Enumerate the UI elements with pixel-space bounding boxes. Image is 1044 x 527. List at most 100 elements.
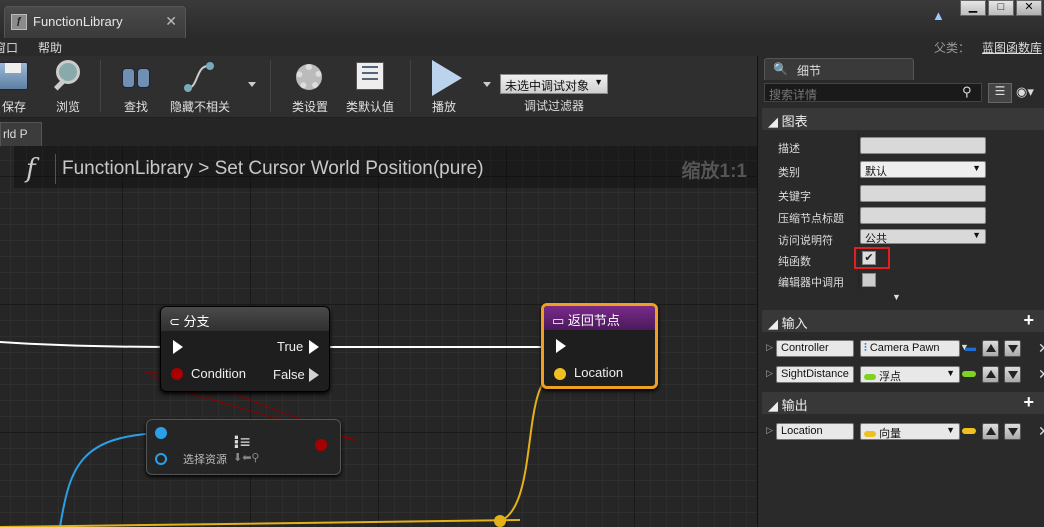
move-up-button[interactable] [982, 366, 999, 383]
move-up-button[interactable] [982, 340, 999, 357]
remove-input-icon[interactable]: ✕ [1038, 366, 1044, 383]
browse-asset-icons[interactable]: ⬇⬅⚲ [233, 451, 260, 464]
move-down-button[interactable] [1004, 366, 1021, 383]
condition-pin-label: Condition [191, 366, 246, 381]
play-button[interactable]: 播放 [424, 58, 464, 116]
inputs-section-title: 输入 [781, 316, 808, 331]
outputs-section-header[interactable]: ◢ 输出 [762, 392, 1044, 414]
access-specifier-combo[interactable]: 公共 ▼ [860, 229, 986, 245]
return-exec-pin[interactable] [556, 339, 566, 353]
class-settings-label: 类设置 [291, 100, 328, 114]
minimize-button[interactable]: ▁ [960, 0, 986, 16]
description-field[interactable] [860, 137, 986, 154]
true-exec-pin[interactable] [309, 340, 319, 354]
return-node[interactable]: ▭ 返回节点 Location [541, 303, 658, 389]
checklist-icon [352, 58, 388, 94]
collapse-icon: ◢ [768, 398, 782, 413]
pure-function-label: 纯函数 [778, 256, 811, 268]
select-node[interactable]: ⁝≡ 选择资源 ⬇⬅⚲ [146, 419, 341, 475]
class-settings-button[interactable]: 类设置 [290, 58, 330, 116]
browse-button[interactable]: 浏览 [48, 58, 88, 116]
find-button[interactable]: 查找 [116, 58, 156, 116]
graph-section-header[interactable]: ◢ 图表 [762, 108, 1044, 130]
vector-pin-icon [864, 431, 876, 437]
outputs-section-title: 输出 [781, 398, 808, 413]
add-output-button[interactable]: + [1023, 392, 1034, 413]
details-search-input[interactable]: 搜索详情 [764, 83, 982, 102]
input-type-combo[interactable]: ⫶ Camera Pawn [860, 340, 960, 357]
collapse-icon: ◢ [768, 316, 782, 331]
close-tab-icon[interactable]: ✕ [165, 13, 177, 30]
move-up-button[interactable] [982, 423, 999, 440]
debug-object-select[interactable]: 未选中调试对象 ▼ [500, 74, 608, 94]
exec-in-pin[interactable] [173, 340, 183, 354]
keywords-field[interactable] [860, 185, 986, 202]
collapse-icon: ◢ [768, 114, 782, 129]
chevron-down-icon: ▼ [972, 230, 981, 240]
call-in-editor-checkbox[interactable] [862, 273, 876, 287]
expand-arrow-icon[interactable]: ▷ [766, 368, 773, 379]
debug-select-value: 未选中调试对象 [505, 79, 590, 93]
details-tab[interactable]: 🔍 细节 [764, 58, 914, 80]
branch-node[interactable]: ⊂ 分支 True Condition False [160, 306, 330, 392]
return-node-icon: ▭ [552, 313, 568, 328]
select-output-pin[interactable] [315, 439, 327, 451]
graph-tab[interactable]: rld P [0, 122, 42, 146]
menu-help[interactable]: 帮助 [38, 39, 62, 56]
category-value: 默认 [865, 166, 887, 178]
magnifier-icon [50, 58, 86, 94]
expand-arrow-icon[interactable]: ▷ [766, 342, 773, 353]
document-tab[interactable]: ƒ FunctionLibrary ✕ [4, 6, 186, 38]
parent-class-label: 父类： [933, 41, 970, 55]
input-name-field[interactable]: Controller [776, 340, 854, 357]
save-icon [0, 58, 32, 94]
pure-function-checkbox[interactable]: ✔ [862, 251, 876, 265]
asset-pin[interactable] [155, 453, 167, 465]
move-down-button[interactable] [1004, 340, 1021, 357]
play-label: 播放 [431, 100, 456, 114]
select-input-pin[interactable] [155, 427, 167, 439]
grid-view-icon[interactable]: ☰ [988, 83, 1012, 103]
parent-class-link[interactable]: 蓝图函数库 [982, 39, 1042, 56]
graduation-cap-icon[interactable]: ▲ [932, 8, 948, 23]
condition-pin[interactable] [171, 368, 183, 380]
add-input-button[interactable]: + [1023, 310, 1034, 331]
float-type-icon [962, 371, 976, 377]
compact-title-field[interactable] [860, 207, 986, 224]
save-button[interactable]: 保存 [0, 58, 32, 116]
search-icon[interactable]: ⚲ [962, 84, 980, 101]
location-pin[interactable] [554, 368, 566, 380]
graph-canvas[interactable]: f FunctionLibrary > Set Cursor World Pos… [0, 146, 757, 527]
expand-advanced-icon[interactable]: ▼ [892, 292, 901, 302]
move-down-button[interactable] [1004, 423, 1021, 440]
eye-icon[interactable]: ◉▾ [1016, 84, 1034, 100]
menu-window[interactable]: 窗口 [0, 39, 18, 56]
output-type-combo[interactable]: 向量 ▼ [860, 423, 960, 440]
maximize-button[interactable]: □ [988, 0, 1014, 16]
document-tab-title: FunctionLibrary [33, 14, 123, 29]
float-pin-icon [864, 374, 876, 380]
find-label: 查找 [123, 100, 148, 114]
close-button[interactable]: ✕ [1016, 0, 1042, 16]
input-type-combo[interactable]: 浮点 ▼ [860, 366, 960, 383]
false-exec-pin[interactable] [309, 368, 319, 382]
toolbar: 保存 浏览 查找 隐藏不相关 类设置 类默认值 播放 未选中调试对象 ▼ 调试过… [0, 56, 757, 118]
details-tab-title: 细节 [797, 64, 822, 78]
input-name-field[interactable]: SightDistance [776, 366, 854, 383]
inputs-section-header[interactable]: ◢ 输入 [762, 310, 1044, 332]
details-panel: 🔍 细节 搜索详情 ⚲ ☰ ◉▾ ◢ 图表 描述 类别 默认 ▼ 关键字 压缩节… [757, 56, 1044, 527]
hide-unrelated-button[interactable]: 隐藏不相关 [170, 58, 230, 116]
gear-icon [292, 58, 328, 94]
expand-arrow-icon[interactable]: ▷ [766, 425, 773, 436]
remove-output-icon[interactable]: ✕ [1038, 423, 1044, 440]
graph-section-title: 图表 [781, 114, 808, 129]
branch-node-title: 分支 [183, 314, 210, 329]
play-dropdown-icon[interactable] [483, 82, 491, 87]
output-name-field[interactable]: Location [776, 423, 854, 440]
category-combo[interactable]: 默认 ▼ [860, 161, 986, 178]
object-type-icon: ▬ [965, 342, 976, 354]
location-pin-label: Location [574, 365, 624, 380]
class-defaults-button[interactable]: 类默认值 [344, 58, 396, 116]
remove-input-icon[interactable]: ✕ [1038, 340, 1044, 357]
hide-unrelated-dropdown-icon[interactable] [248, 82, 256, 87]
